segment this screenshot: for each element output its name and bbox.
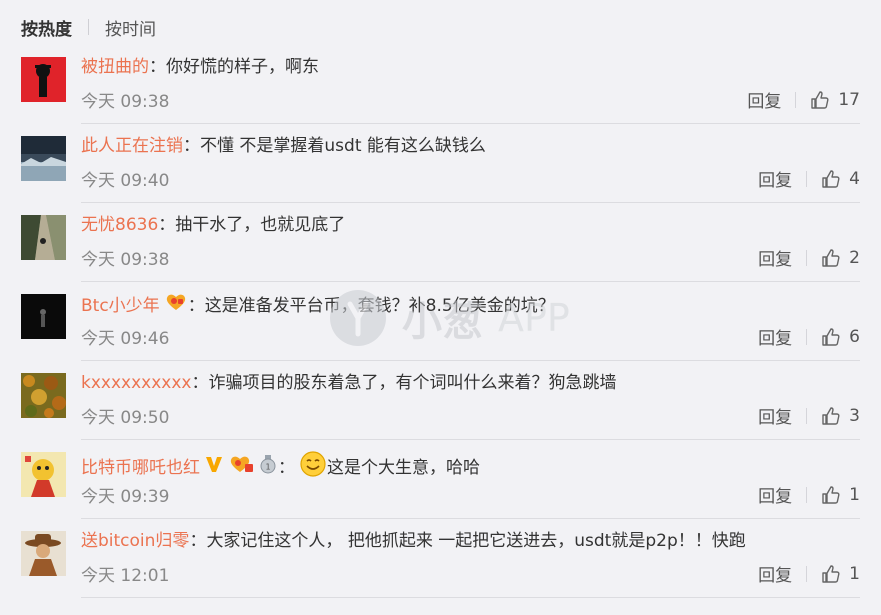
like-count: 2 <box>849 247 860 268</box>
comment-text: 这是个大生意，哈哈 <box>327 457 480 478</box>
like-count: 17 <box>838 89 860 110</box>
colon: ： <box>149 57 166 77</box>
comment-item: 比特币哪吒也红 1 ： 这是个大生意，哈哈 今天 09:39 回复 1 <box>0 440 881 519</box>
comment-text: 大家记住这个人， 把他抓起来 一起把它送进去，usdt就是p2p！！快跑 <box>206 531 746 551</box>
reply-button[interactable]: 回复 <box>747 87 781 112</box>
username-link[interactable]: 被扭曲的 <box>81 55 149 79</box>
reply-button[interactable]: 回复 <box>758 482 792 507</box>
reply-button[interactable]: 回复 <box>758 245 792 270</box>
username-link[interactable]: 无忧8636 <box>81 213 158 237</box>
autumn-leaves-avatar[interactable] <box>21 373 66 418</box>
comment-time: 今天 09:50 <box>81 408 170 428</box>
comment-list: 被扭曲的 ： 你好慌的样子，啊东 今天 09:38 回复 17 此人正在注销 ：… <box>0 45 881 598</box>
reply-button[interactable]: 回复 <box>758 166 792 191</box>
colon: ： <box>191 373 209 393</box>
sort-tabs: 按热度 按时间 <box>21 14 156 40</box>
colon: ： <box>278 457 295 478</box>
reply-button[interactable]: 回复 <box>758 403 792 428</box>
comment-text: 不懂 不是掌握着usdt 能有这么缺钱么 <box>200 136 486 156</box>
like-button[interactable]: 17 <box>810 90 860 110</box>
like-button[interactable]: 2 <box>821 248 860 268</box>
comment-time: 今天 09:40 <box>81 171 170 191</box>
like-button[interactable]: 4 <box>821 169 860 189</box>
comment-time: 今天 09:39 <box>81 487 170 507</box>
thumbs-up-icon <box>822 485 840 504</box>
cowboy-avatar[interactable] <box>21 531 66 576</box>
like-button[interactable]: 1 <box>821 564 860 584</box>
comment-actions: 回复 17 <box>747 87 860 113</box>
username-link[interactable]: 此人正在注销 <box>81 134 183 158</box>
comment-actions: 回复 4 <box>758 166 860 192</box>
thumbs-up-icon <box>822 327 840 346</box>
dark-figure-avatar[interactable] <box>21 294 66 339</box>
like-button[interactable]: 6 <box>821 327 860 347</box>
comment-item: 送bitcoin归零 ： 大家记住这个人， 把他抓起来 一起把它送进去，usdt… <box>0 519 881 598</box>
comment-item: kxxxxxxxxxx ： 诈骗项目的股东着急了，有个词叫什么来着？狗急跳墙 今… <box>0 361 881 440</box>
username-link[interactable]: 比特币哪吒也红 <box>81 456 200 480</box>
svg-text:1: 1 <box>265 463 270 472</box>
fan-badge-icon <box>164 292 188 319</box>
like-count: 1 <box>849 563 860 584</box>
username-link[interactable]: kxxxxxxxxxx <box>81 371 191 395</box>
fan-badge-icon <box>228 454 254 481</box>
action-separator <box>806 170 808 187</box>
comment-actions: 回复 3 <box>758 403 860 429</box>
comment-item: 被扭曲的 ： 你好慌的样子，啊东 今天 09:38 回复 17 <box>0 45 881 124</box>
thumbs-up-icon <box>822 564 840 583</box>
comment-text: 这是准备发平台币，套钱？补8.5亿美金的坑？ <box>204 295 555 316</box>
action-separator <box>806 486 808 503</box>
reply-button[interactable]: 回复 <box>758 561 792 586</box>
like-button[interactable]: 3 <box>821 406 860 426</box>
comment-item: 无忧8636 ： 抽干水了，也就见底了 今天 09:38 回复 2 <box>0 203 881 282</box>
tab-by-time[interactable]: 按时间 <box>105 15 156 40</box>
comment-time: 今天 09:38 <box>81 250 170 270</box>
comment-actions: 回复 6 <box>758 324 860 350</box>
action-separator <box>806 565 808 582</box>
comment-time: 今天 12:01 <box>81 566 170 586</box>
thumbs-up-icon <box>822 406 840 425</box>
cartoon-avatar[interactable] <box>21 452 66 497</box>
colon: ： <box>189 531 207 551</box>
like-count: 6 <box>849 326 860 347</box>
colon: ： <box>187 295 205 316</box>
comment-time: 今天 09:46 <box>81 329 170 349</box>
username-link[interactable]: Btc小少年 <box>81 294 160 318</box>
comment-text: 你好慌的样子，啊东 <box>166 57 319 77</box>
tab-by-hot[interactable]: 按热度 <box>21 15 72 40</box>
landscape-avatar[interactable] <box>21 136 66 181</box>
reply-button[interactable]: 回复 <box>758 324 792 349</box>
action-separator <box>806 249 808 266</box>
comment-actions: 回复 1 <box>758 482 860 508</box>
medal-badge-icon: 1 <box>258 454 278 481</box>
thumbs-up-icon <box>822 169 840 188</box>
divider <box>81 597 860 598</box>
smile-emoji-icon <box>299 450 327 485</box>
colon: ： <box>183 136 200 156</box>
comment-time: 今天 09:38 <box>81 92 170 112</box>
red-poster-avatar[interactable] <box>21 57 66 102</box>
comment-item: Btc小少年 ： 这是准备发平台币，套钱？补8.5亿美金的坑？ 今天 09:46… <box>0 282 881 361</box>
action-separator <box>795 91 797 108</box>
username-link[interactable]: 送bitcoin归零 <box>81 529 189 553</box>
colon: ： <box>158 215 176 235</box>
thumbs-up-icon <box>811 90 829 109</box>
like-button[interactable]: 1 <box>821 485 860 505</box>
comment-text: 诈骗项目的股东着急了，有个词叫什么来着？狗急跳墙 <box>208 373 617 393</box>
vip-v-badge-icon <box>204 454 224 481</box>
action-separator <box>806 328 808 345</box>
comment-actions: 回复 2 <box>758 245 860 271</box>
like-count: 4 <box>849 168 860 189</box>
action-separator <box>806 407 808 424</box>
tab-separator <box>88 19 89 35</box>
comment-text: 抽干水了，也就见底了 <box>175 215 346 235</box>
comment-actions: 回复 1 <box>758 561 860 587</box>
like-count: 1 <box>849 484 860 505</box>
like-count: 3 <box>849 405 860 426</box>
comment-item: 此人正在注销 ： 不懂 不是掌握着usdt 能有这么缺钱么 今天 09:40 回… <box>0 124 881 203</box>
thumbs-up-icon <box>822 248 840 267</box>
path-photo-avatar[interactable] <box>21 215 66 260</box>
